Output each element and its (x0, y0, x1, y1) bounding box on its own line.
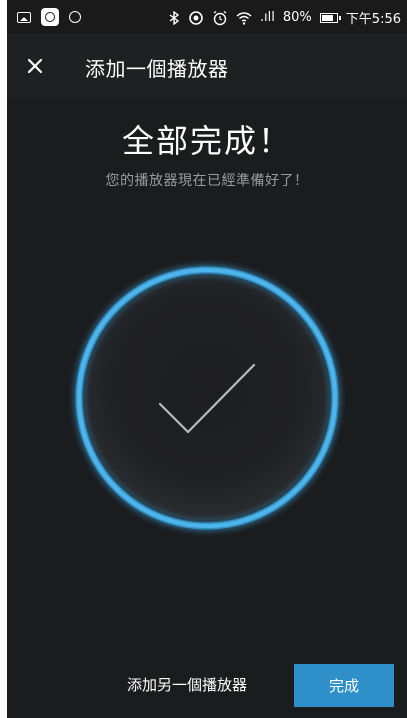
close-button[interactable] (19, 50, 51, 82)
phone-screen: .ıll 80% 下午5:56 添加一個播放器 全部完成！ 您的播放器現在已經準… (7, 0, 407, 718)
bluetooth-icon (169, 10, 180, 25)
sync-icon (189, 10, 203, 25)
add-another-player-link[interactable]: 添加另一個播放器 (127, 674, 247, 695)
app-header: 添加一個播放器 (7, 34, 407, 98)
done-button[interactable]: 完成 (294, 664, 394, 707)
success-ring (75, 266, 339, 530)
gallery-icon (17, 11, 31, 23)
alarm-icon (213, 10, 227, 25)
app-icon (41, 8, 59, 26)
clock-icon (69, 11, 81, 23)
battery-percent: 80% (282, 10, 312, 25)
status-bar-right: .ıll 80% 下午5:56 (168, 8, 401, 27)
close-icon (27, 58, 43, 74)
status-bar: .ıll 80% 下午5:56 (7, 0, 407, 34)
battery-icon (319, 12, 341, 23)
status-bar-left (17, 8, 81, 26)
header-title: 添加一個播放器 (85, 57, 229, 81)
completion-subtitle: 您的播放器現在已經準備好了！ (105, 173, 309, 189)
status-time: 下午5:56 (345, 12, 401, 27)
signal-icon: .ıll (259, 10, 275, 25)
wifi-icon (236, 11, 252, 25)
completion-title: 全部完成！ (121, 122, 292, 160)
